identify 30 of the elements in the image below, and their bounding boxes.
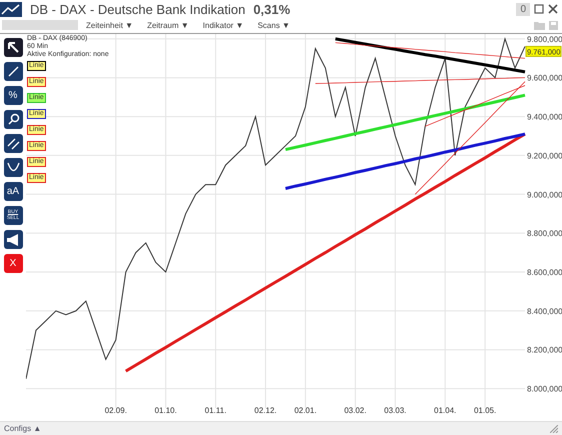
menu-dropdown[interactable]: Zeiteinheit ▼	[86, 20, 134, 30]
x-axis-label: 01.05.	[474, 406, 496, 416]
x-axis-label: 02.09.	[104, 406, 127, 416]
y-axis-label: 9.800,000	[527, 35, 562, 44]
menu-dropdown[interactable]: Scans ▼	[258, 20, 290, 30]
tool-button[interactable]: aA	[4, 182, 22, 202]
y-axis-label: 9.600,000	[527, 74, 562, 83]
window-title: DB - DAX - Deutsche Bank Indikation	[30, 2, 246, 17]
y-axis-label: 9.000,000	[527, 190, 562, 200]
x-axis-label: 03.03.	[384, 406, 406, 416]
y-axis-label: 8.800,000	[527, 229, 562, 238]
x-axis-label: 02.01.	[294, 406, 317, 416]
y-axis-label: 8.000,000	[527, 384, 562, 394]
tool-button[interactable]: %	[4, 86, 22, 106]
y-axis-label: 8.600,000	[527, 268, 562, 278]
menu-dropdown[interactable]: Indikator ▼	[202, 20, 244, 30]
change-percent: 0,31%	[253, 2, 290, 17]
count-badge: 0	[516, 2, 530, 16]
y-axis-label: 9.400,000	[527, 112, 562, 122]
menu-dropdown[interactable]: Zeitraum ▼	[147, 20, 189, 30]
configs-toggle[interactable]: Configs ▲	[4, 424, 42, 434]
y-axis-label: 8.200,000	[527, 346, 562, 355]
x-axis-label: 01.04.	[434, 406, 456, 416]
x-axis-label: 03.02.	[344, 406, 366, 416]
x-axis-label: 02.12.	[254, 406, 277, 416]
y-axis-label: 9.200,000	[527, 152, 562, 161]
x-axis-label: 01.11.	[204, 406, 226, 416]
delete-button[interactable]: X	[4, 254, 22, 274]
y-axis-label: 8.400,000	[527, 307, 562, 316]
x-axis-label: 01.10.	[154, 406, 177, 416]
